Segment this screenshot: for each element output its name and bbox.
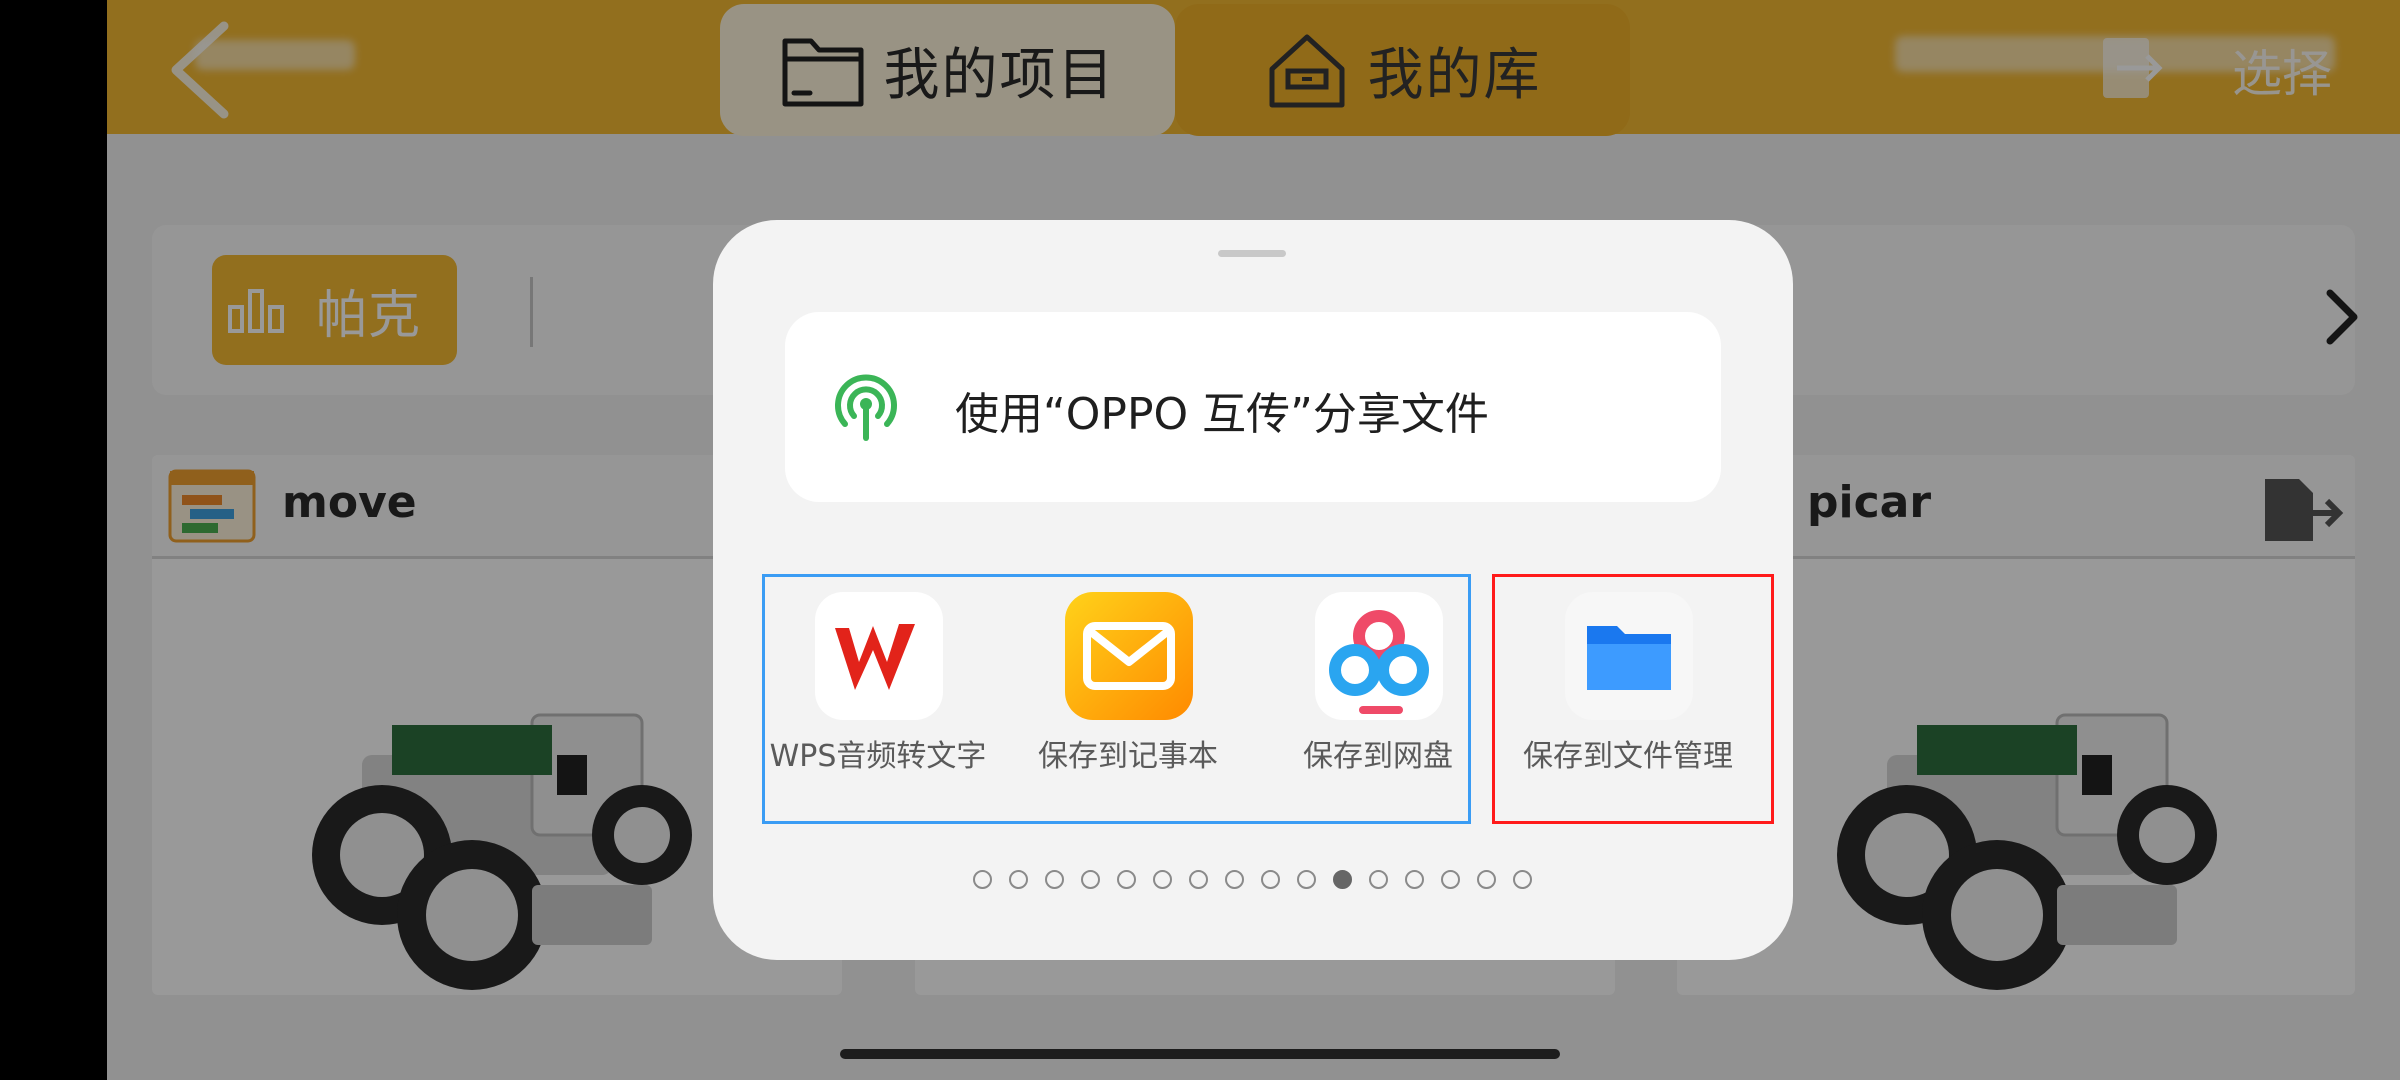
screen: 我的项目 我的库 选择 帕克 move picar 使用“OPPO 互传”分享文… <box>0 0 2400 1080</box>
home-indicator[interactable] <box>840 1049 1560 1059</box>
page-dot[interactable] <box>1261 870 1280 889</box>
page-dot[interactable] <box>1009 870 1028 889</box>
highlight-box-blue <box>762 574 1471 824</box>
sheet-grabber[interactable] <box>1218 250 1286 257</box>
page-indicator[interactable] <box>973 870 1532 890</box>
page-dot[interactable] <box>973 870 992 889</box>
oppo-transfer-button[interactable]: 使用“OPPO 互传”分享文件 <box>785 312 1721 502</box>
page-dot[interactable] <box>1513 870 1532 889</box>
page-dot[interactable] <box>1189 870 1208 889</box>
page-dot[interactable] <box>1225 870 1244 889</box>
transfer-label: 使用“OPPO 互传”分享文件 <box>955 389 1489 440</box>
highlight-box-red <box>1492 574 1774 824</box>
wireless-share-icon <box>835 374 897 441</box>
page-dot[interactable] <box>1117 870 1136 889</box>
page-dot[interactable] <box>1333 870 1352 889</box>
page-dot[interactable] <box>1441 870 1460 889</box>
page-dot[interactable] <box>1153 870 1172 889</box>
page-dot[interactable] <box>1081 870 1100 889</box>
page-dot[interactable] <box>1405 870 1424 889</box>
page-dot[interactable] <box>1045 870 1064 889</box>
page-dot[interactable] <box>1369 870 1388 889</box>
page-dot[interactable] <box>1297 870 1316 889</box>
page-dot[interactable] <box>1477 870 1496 889</box>
